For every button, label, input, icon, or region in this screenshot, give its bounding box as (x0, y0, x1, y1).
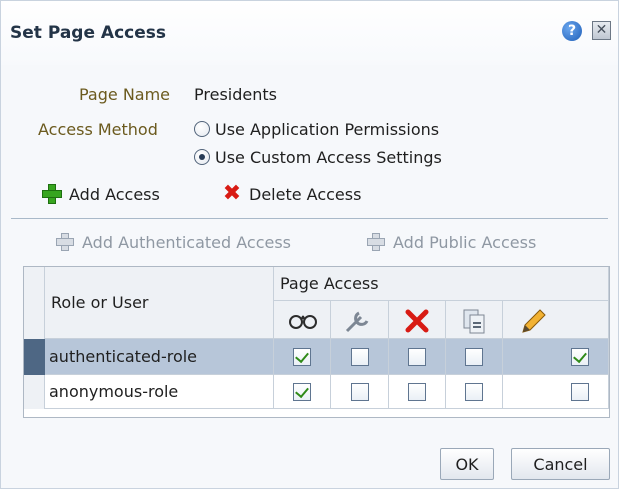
delete-icon (405, 309, 429, 333)
view-icon (289, 315, 317, 329)
add-icon (54, 231, 76, 253)
row-header-corner (24, 267, 45, 339)
permission-cell (331, 339, 389, 375)
add-access-label: Add Access (69, 184, 160, 204)
col-grant-header (446, 301, 503, 339)
page-name-value: Presidents (194, 85, 277, 104)
radio-button[interactable] (194, 149, 210, 165)
table-row[interactable]: authenticated-role (45, 339, 274, 375)
ok-button[interactable]: OK (440, 448, 494, 480)
permission-cell (331, 375, 389, 409)
table-row[interactable]: anonymous-role (45, 375, 274, 409)
permission-cell (446, 339, 503, 375)
permission-cell (446, 375, 503, 409)
delete-access-button[interactable]: ✖ Delete Access (221, 181, 362, 206)
cancel-button[interactable]: Cancel (511, 448, 610, 480)
permission-cell (503, 339, 609, 375)
titlebar: Set Page Access ? ✕ (1, 1, 618, 65)
view-checkbox[interactable] (293, 348, 311, 366)
radio-button[interactable] (194, 121, 210, 137)
delete-access-label: Delete Access (249, 184, 362, 204)
add-icon (365, 231, 387, 253)
row-selector[interactable] (24, 375, 45, 409)
grant-checkbox[interactable] (465, 348, 483, 366)
col-customize-header (331, 301, 389, 339)
radio-use-application-permissions[interactable]: Use Application Permissions (194, 118, 439, 140)
set-page-access-dialog: Set Page Access ? ✕ Page Name Presidents… (0, 0, 619, 489)
toolbar-divider (11, 218, 608, 219)
edit-icon (522, 309, 546, 333)
permission-cell (389, 375, 446, 409)
col-delete-header (389, 301, 446, 339)
permission-cell (389, 339, 446, 375)
col-edit-header (503, 301, 609, 339)
role-or-user-header-label: Role or User (51, 293, 149, 312)
customize-checkbox[interactable] (351, 383, 369, 401)
grant-icon (463, 309, 485, 334)
customize-checkbox[interactable] (351, 348, 369, 366)
role-name: authenticated-role (49, 347, 198, 366)
help-icon[interactable]: ? (562, 21, 582, 41)
radio-label: Use Application Permissions (215, 119, 440, 139)
delete-icon: ✖ (222, 181, 242, 206)
access-table: Role or User Page Access authenticated-r… (23, 266, 610, 418)
add-authenticated-access-label: Add Authenticated Access (82, 232, 291, 252)
row-selector[interactable] (24, 339, 45, 375)
edit-checkbox[interactable] (571, 383, 589, 401)
add-public-access-button[interactable]: Add Public Access (365, 231, 536, 253)
add-access-button[interactable]: Add Access (41, 183, 160, 205)
add-public-access-label: Add Public Access (393, 232, 537, 252)
permission-cell (274, 375, 331, 409)
access-method-label: Access Method (38, 120, 158, 139)
view-checkbox[interactable] (293, 383, 311, 401)
delete-checkbox[interactable] (408, 383, 426, 401)
delete-checkbox[interactable] (408, 348, 426, 366)
page-access-header: Page Access (274, 267, 609, 301)
radio-use-custom-access-settings[interactable]: Use Custom Access Settings (194, 146, 442, 168)
add-icon (41, 183, 63, 205)
role-or-user-header: Role or User (45, 267, 274, 339)
role-name: anonymous-role (49, 382, 179, 401)
col-view-header (274, 301, 331, 339)
dialog-title: Set Page Access (10, 23, 166, 43)
page-access-header-label: Page Access (280, 274, 379, 293)
add-authenticated-access-button[interactable]: Add Authenticated Access (54, 231, 291, 253)
customize-icon (345, 311, 369, 333)
edit-checkbox[interactable] (571, 348, 589, 366)
permission-cell (503, 375, 609, 409)
close-icon[interactable]: ✕ (592, 21, 611, 40)
permission-cell (274, 339, 331, 375)
radio-label: Use Custom Access Settings (215, 147, 442, 167)
page-name-label: Page Name (79, 85, 171, 104)
grant-checkbox[interactable] (465, 383, 483, 401)
